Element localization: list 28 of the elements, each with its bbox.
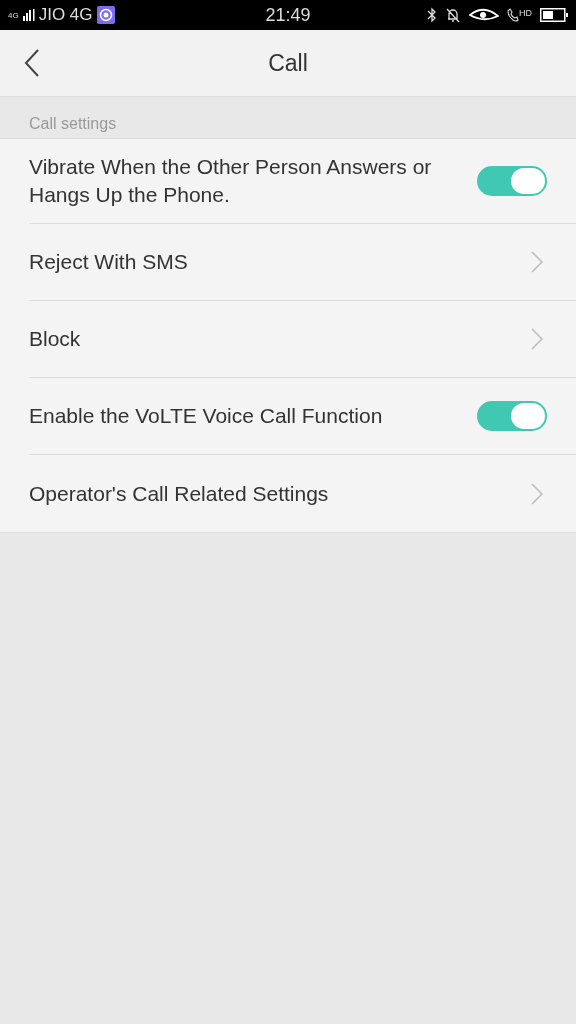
settings-row[interactable]: Reject With SMS [29,224,576,301]
chevron-icon [531,251,543,273]
signal-icon [22,9,35,21]
setting-label: Block [29,326,81,352]
battery-icon [540,8,568,22]
setting-label: Operator's Call Related Settings [29,480,329,507]
settings-row[interactable]: Operator's Call Related Settings [29,455,576,532]
carrier-name: JIO 4G [38,5,93,25]
screen-title: Call [268,49,308,77]
toggle-switch[interactable] [477,401,547,431]
setting-label: Vibrate When the Other Person Answers or Hangs Up the Phone. [29,154,433,208]
setting-label: Enable the VoLTE Voice Call Function [29,403,383,429]
settings-row[interactable]: Enable the VoLTE Voice Call Function [29,378,576,455]
muted-bell-icon [445,7,461,23]
chevron-icon [531,328,543,350]
app-icon [96,6,115,24]
hd-label: HD [519,8,532,18]
eye-icon [469,8,499,22]
phone-icon [507,8,519,22]
network-type: 4G [8,11,19,20]
settings-row[interactable]: Vibrate When the Other Person Answers or Hangs Up the Phone. [29,139,576,224]
settings-row[interactable]: Block [29,301,576,378]
bluetooth-icon [427,7,437,23]
clock: 21:49 [265,4,311,26]
chevron-icon [531,482,543,505]
toggle-switch[interactable] [477,166,547,196]
setting-label: Reject With SMS [29,249,188,275]
back-button[interactable] [22,48,42,78]
